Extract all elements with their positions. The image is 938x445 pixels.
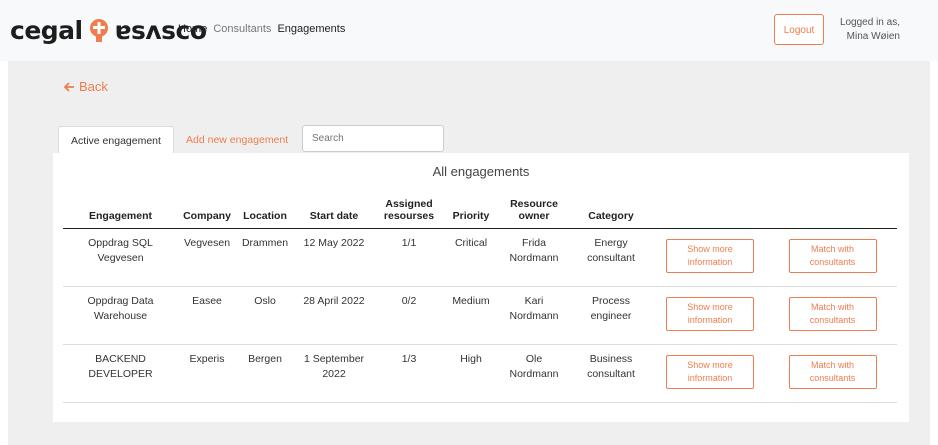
cell-match: Match with consultants: [768, 344, 897, 403]
brand-mark-icon: [89, 19, 108, 42]
table-row: Oppdrag SQL Vegvesen Vegvesen Drammen 12…: [63, 228, 897, 287]
table-row: Oppdrag Data Warehouse Easee Oslo 28 Apr…: [63, 286, 897, 345]
brand-left-text: cegal: [10, 15, 83, 45]
cell-more: Show more information: [652, 228, 768, 287]
header-actions-1: [652, 189, 768, 229]
cell-company: Experis: [178, 344, 236, 403]
header-start-date: Start date: [294, 189, 374, 229]
show-more-button[interactable]: Show more information: [666, 355, 754, 389]
cell-category: Energy consultant: [570, 228, 652, 287]
back-link[interactable]: Back: [63, 79, 108, 94]
nav-engagements[interactable]: Engagements: [277, 23, 345, 35]
cell-engagement: BACKEND DEVELOPER: [63, 344, 178, 403]
header-location: Location: [236, 189, 294, 229]
match-consultants-button[interactable]: Match with consultants: [788, 239, 877, 273]
match-consultants-button[interactable]: Match with consultants: [788, 355, 877, 389]
cell-engagement: Oppdrag SQL Vegvesen: [63, 228, 178, 287]
logged-in-user: Mina Wøien: [846, 31, 900, 42]
cell-owner: Kari Nordmann: [498, 286, 570, 345]
header-engagement: Engagement: [63, 189, 178, 229]
logged-in-info: Logged in as, Mina Wøien: [840, 16, 900, 44]
search-input[interactable]: [302, 125, 444, 152]
arrow-left-icon: [63, 81, 74, 92]
header-priority: Priority: [444, 189, 498, 229]
cell-engagement: Oppdrag Data Warehouse: [63, 286, 178, 345]
header-assigned: Assigned resourses: [374, 189, 444, 229]
main-nav: Home Consultants Engagements: [178, 23, 345, 35]
tab-add-engagement[interactable]: Add new engagement: [186, 134, 288, 146]
match-consultants-button[interactable]: Match with consultants: [788, 297, 877, 331]
cell-start-date: 1 September 2022: [294, 344, 374, 403]
show-more-button[interactable]: Show more information: [666, 239, 754, 273]
top-navbar: cegal ɐsʌsco Home Consultants Engagement…: [0, 0, 938, 61]
cell-start-date: 12 May 2022: [294, 228, 374, 287]
cell-priority: Medium: [444, 286, 498, 345]
cell-more: Show more information: [652, 344, 768, 403]
cell-start-date: 28 April 2022: [294, 286, 374, 345]
tab-active-engagement[interactable]: Active engagement: [58, 126, 174, 154]
cell-location: Oslo: [236, 286, 294, 345]
nav-consultants[interactable]: Consultants: [213, 23, 271, 35]
cell-more: Show more information: [652, 286, 768, 345]
header-category: Category: [570, 189, 652, 229]
show-more-button[interactable]: Show more information: [666, 297, 754, 331]
header-actions-2: [768, 189, 897, 229]
logged-in-label: Logged in as,: [839, 17, 900, 28]
cell-category: Process engineer: [570, 286, 652, 345]
cell-owner: Frida Nordmann: [498, 228, 570, 287]
table-header-row: Engagement Company Location Start date A…: [63, 189, 897, 229]
cell-assigned: 1/1: [374, 228, 444, 287]
engagements-table: Engagement Company Location Start date A…: [63, 189, 897, 403]
cell-location: Bergen: [236, 344, 294, 403]
table-title: All engagements: [432, 164, 530, 179]
logout-button[interactable]: Logout: [774, 14, 824, 45]
cell-match: Match with consultants: [768, 228, 897, 287]
header-company: Company: [178, 189, 236, 229]
back-label: Back: [79, 79, 108, 94]
cell-assigned: 1/3: [374, 344, 444, 403]
cell-priority: Critical: [444, 228, 498, 287]
cell-category: Business consultant: [570, 344, 652, 403]
nav-home[interactable]: Home: [178, 23, 207, 35]
cell-assigned: 0/2: [374, 286, 444, 345]
cell-company: Vegvesen: [178, 228, 236, 287]
cell-priority: High: [444, 344, 498, 403]
engagements-card: All engagements Engagement Company Locat…: [53, 153, 909, 422]
cell-company: Easee: [178, 286, 236, 345]
table-row: BACKEND DEVELOPER Experis Bergen 1 Septe…: [63, 344, 897, 403]
cell-owner: Ole Nordmann: [498, 344, 570, 403]
cell-location: Drammen: [236, 228, 294, 287]
header-owner: Resource owner: [498, 189, 570, 229]
cell-match: Match with consultants: [768, 286, 897, 345]
